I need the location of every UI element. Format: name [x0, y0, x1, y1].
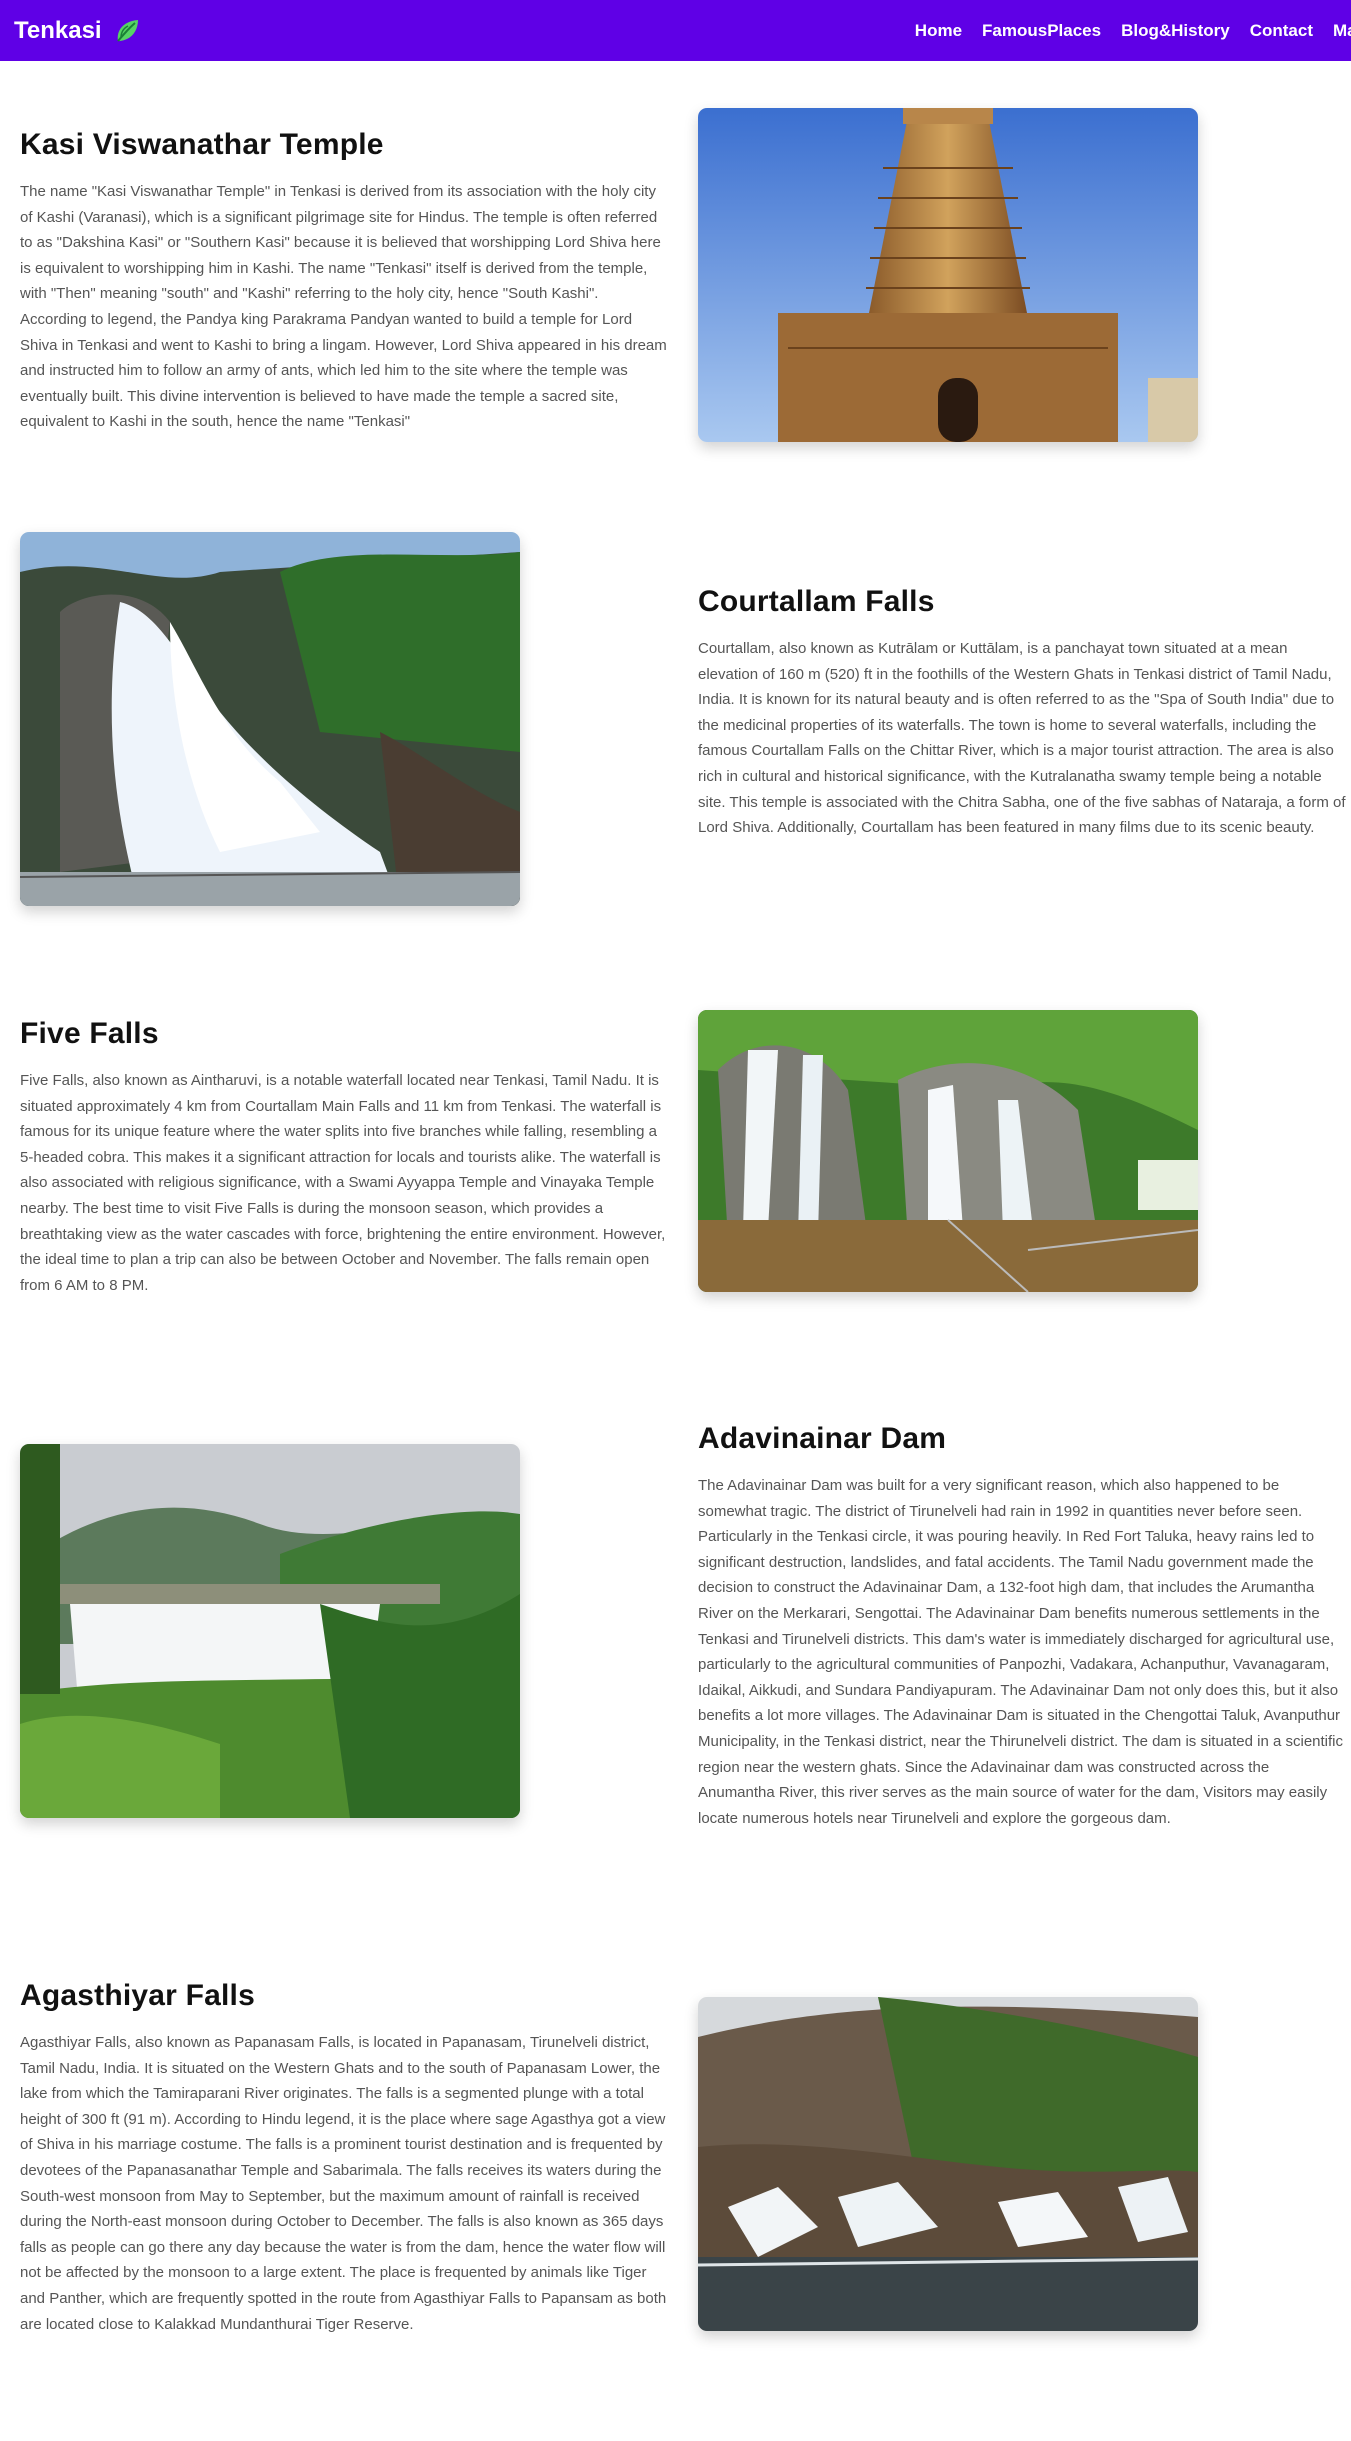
place-description: Courtallam, also known as Kutrālam or Ku…: [698, 640, 1346, 837]
courtallam-photo: [20, 532, 520, 906]
place-title: Agasthiyar Falls: [20, 1979, 255, 2012]
nav-map-link[interactable]: Map: [1333, 21, 1351, 41]
nav-famous-places-link[interactable]: FamousPlaces: [982, 21, 1101, 41]
place-description: The Adavinainar Dam was built for a very…: [698, 1477, 1344, 1827]
nav-home-link[interactable]: Home: [915, 21, 962, 41]
place-text: Courtallam Falls Courtallam, also known …: [698, 585, 1348, 841]
five-falls-photo: [698, 1010, 1198, 1292]
temple-photo: [698, 108, 1198, 442]
place-title: Five Falls: [20, 1017, 159, 1050]
place-text: Five Falls Five Falls, also known as Ain…: [20, 1017, 668, 1298]
brand[interactable]: Tenkasi: [14, 16, 142, 46]
place-description: Five Falls, also known as Aintharuvi, is…: [20, 1072, 666, 1294]
place-title: Kasi Viswanathar Temple: [20, 128, 384, 161]
place-title: Courtallam Falls: [698, 585, 935, 618]
leaf-icon: [116, 19, 138, 42]
dam-photo: [20, 1444, 520, 1818]
place-title: Adavinainar Dam: [698, 1422, 947, 1455]
place-text: Agasthiyar Falls Agasthiyar Falls, also …: [20, 1979, 668, 2337]
agasthiyar-photo: [698, 1997, 1198, 2331]
place-text: Kasi Viswanathar Temple The name "Kasi V…: [20, 128, 668, 435]
nav-blog-history-link[interactable]: Blog&History: [1121, 21, 1230, 41]
nav-contact-link[interactable]: Contact: [1250, 21, 1313, 41]
top-navbar: Tenkasi Home FamousPlaces Blog&History C…: [0, 0, 1351, 61]
nav-links: Home FamousPlaces Blog&History Contact M…: [915, 21, 1351, 41]
place-text: Adavinainar Dam The Adavinainar Dam was …: [698, 1422, 1348, 1831]
place-description: The name "Kasi Viswanathar Temple" in Te…: [20, 183, 667, 431]
brand-name[interactable]: Tenkasi: [14, 17, 102, 45]
place-description: Agasthiyar Falls, also known as Papanasa…: [20, 2034, 667, 2333]
